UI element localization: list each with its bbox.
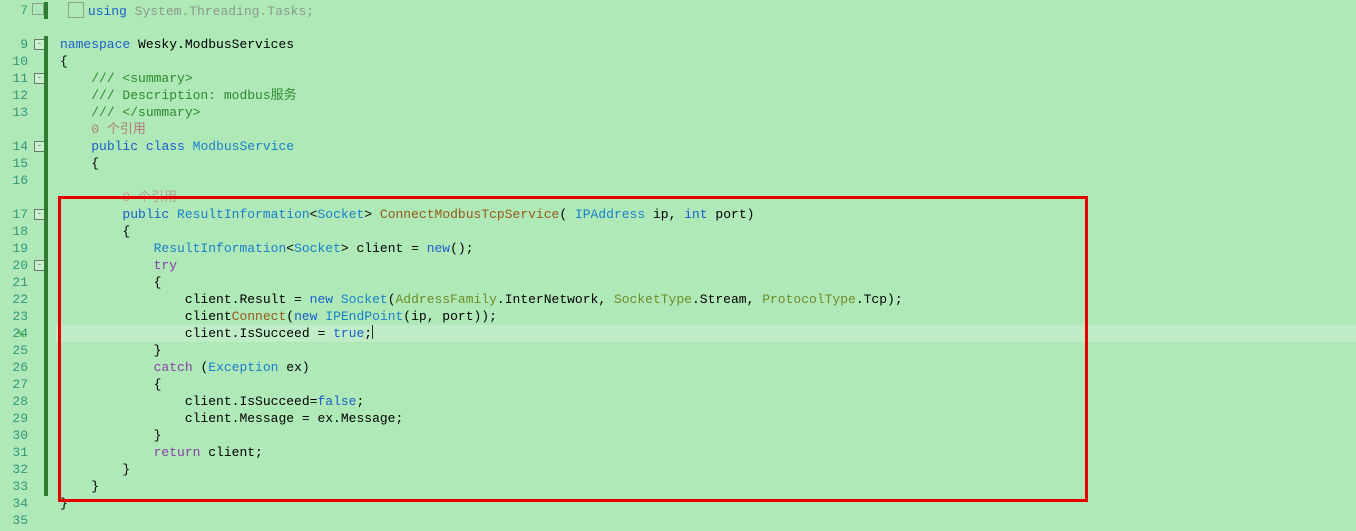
code-line[interactable]: ResultInformation<Socket> client = new()… (60, 240, 1356, 257)
ln-11: 11 (0, 70, 28, 87)
ln-19: 19 (0, 240, 28, 257)
ln-12: 12 (0, 87, 28, 104)
code-line[interactable]: catch (Exception ex) (60, 359, 1356, 376)
ln-29: 29 (0, 410, 28, 427)
code-line[interactable]: { (60, 274, 1356, 291)
code-line[interactable]: client.Message = ex.Message; (60, 410, 1356, 427)
ln-30: 30 (0, 427, 28, 444)
bracket-icon (32, 3, 44, 15)
code-line[interactable]: } (60, 427, 1356, 444)
ln-20: 20 (0, 257, 28, 274)
ln-32: 32 (0, 461, 28, 478)
code-area[interactable]: using System.Threading.Tasks; namespace … (48, 0, 1356, 531)
ln-25: 25 (0, 342, 28, 359)
ln-22: 22 (0, 291, 28, 308)
ln-21: 21 (0, 274, 28, 291)
ln-16: 16 (0, 172, 28, 189)
code-line[interactable]: clientConnect(new IPEndPoint(ip, port)); (60, 308, 1356, 325)
code-line[interactable]: } (60, 461, 1356, 478)
line-number-gutter: 7 9 10 11 12 13 14 15 16 17 18 19 20 21 … (0, 0, 32, 531)
ln-17: 17 (0, 206, 28, 223)
code-line[interactable]: try (60, 257, 1356, 274)
bracket-icon (68, 2, 84, 18)
code-line[interactable]: { (60, 155, 1356, 172)
code-editor[interactable]: 7 9 10 11 12 13 14 15 16 17 18 19 20 21 … (0, 0, 1356, 531)
code-line[interactable]: return client; (60, 444, 1356, 461)
ln-23: 23 (0, 308, 28, 325)
code-line[interactable]: client.IsSucceed=false; (60, 393, 1356, 410)
ln-10: 10 (0, 53, 28, 70)
code-line[interactable]: public class ModbusService (60, 138, 1356, 155)
text-caret (372, 325, 373, 339)
code-line[interactable]: /// </summary> (60, 104, 1356, 121)
code-line[interactable]: namespace Wesky.ModbusServices (60, 36, 1356, 53)
ln-33: 33 (0, 478, 28, 495)
ln-35: 35 (0, 512, 28, 529)
ln-14: 14 (0, 138, 28, 155)
code-line[interactable]: } (60, 495, 1356, 512)
recent-change-icon: ✎ (17, 327, 31, 337)
code-line[interactable]: using System.Threading.Tasks; (60, 2, 1356, 19)
code-line[interactable]: /// <summary> (60, 70, 1356, 87)
ln-7: 7 (0, 2, 28, 19)
ln-34: 34 (0, 495, 28, 512)
ln-18: 18 (0, 223, 28, 240)
code-line[interactable]: { (60, 376, 1356, 393)
ln-15: 15 (0, 155, 28, 172)
ln-13: 13 (0, 104, 28, 121)
code-line[interactable]: { (60, 53, 1356, 70)
code-line[interactable]: client.IsSucceed = true; (60, 325, 1356, 342)
ln-27: 27 (0, 376, 28, 393)
code-line[interactable]: /// Description: modbus服务 (60, 87, 1356, 104)
code-line[interactable]: client.Result = new Socket(AddressFamily… (60, 291, 1356, 308)
ln-9: 9 (0, 36, 28, 53)
code-line[interactable]: } (60, 342, 1356, 359)
ln-31: 31 (0, 444, 28, 461)
ln-26: 26 (0, 359, 28, 376)
code-line[interactable]: } (60, 478, 1356, 495)
codelens[interactable]: 0 个引用 (60, 189, 1356, 206)
ln-28: 28 (0, 393, 28, 410)
codelens[interactable]: 0 个引用 (60, 121, 1356, 138)
code-line[interactable]: { (60, 223, 1356, 240)
code-line[interactable]: public ResultInformation<Socket> Connect… (60, 206, 1356, 223)
